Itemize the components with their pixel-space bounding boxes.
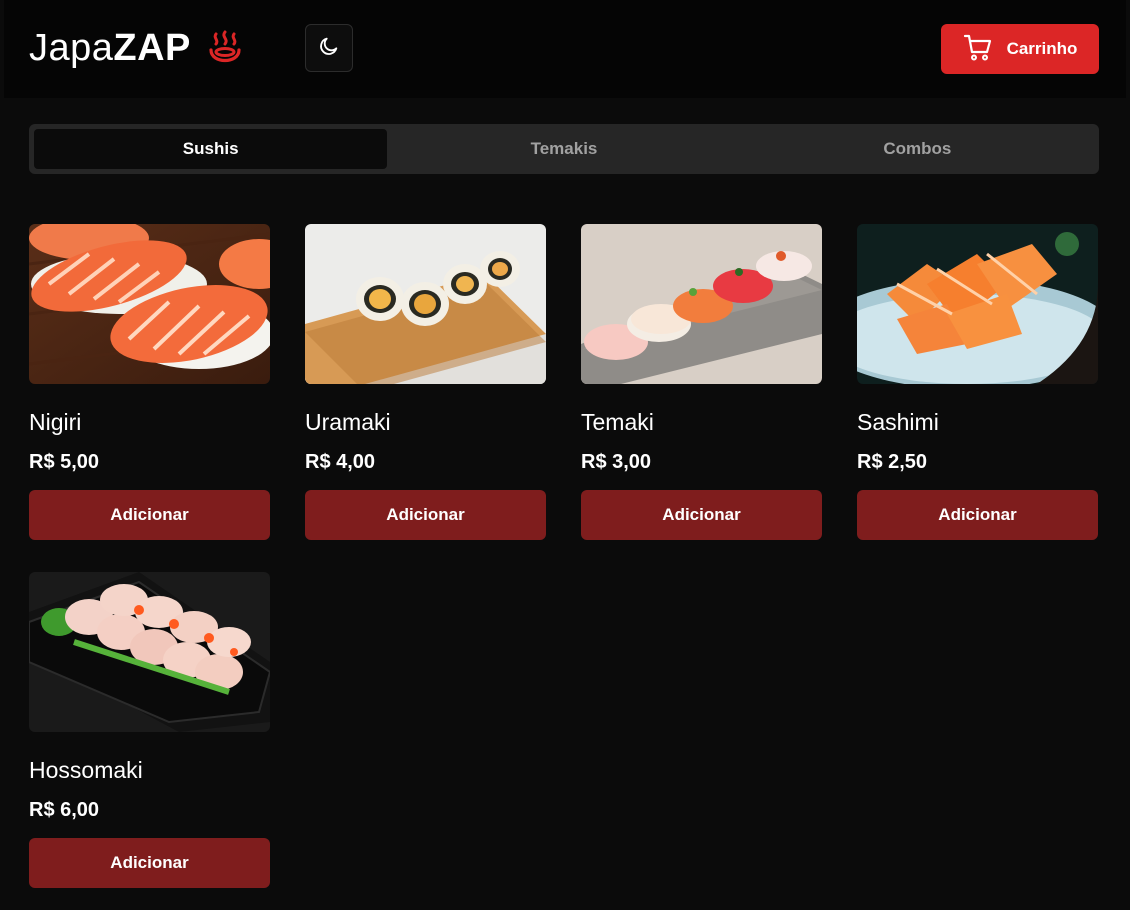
top-header: Japa ZAP Carrinho bbox=[4, 0, 1126, 98]
product-name: Uramaki bbox=[305, 409, 391, 435]
product-card-temaki: Temaki R$ 3,00 Adicionar bbox=[581, 224, 822, 540]
product-price: R$ 5,00 bbox=[29, 451, 100, 473]
shopping-cart-icon bbox=[963, 32, 993, 67]
cart-label: Carrinho bbox=[1006, 39, 1078, 58]
product-card-sashimi: Sashimi R$ 2,50 Adicionar bbox=[857, 224, 1098, 540]
product-name: Hossomaki bbox=[29, 757, 143, 783]
product-image-sashimi bbox=[857, 224, 1098, 384]
product-image-uramaki bbox=[305, 224, 546, 384]
add-button-temaki[interactable]: Adicionar bbox=[581, 490, 822, 540]
cart-button[interactable]: Carrinho bbox=[941, 24, 1099, 74]
brand-name-bold: ZAP bbox=[113, 26, 191, 69]
theme-toggle-button[interactable] bbox=[305, 24, 353, 72]
hot-springs-icon bbox=[207, 30, 243, 66]
product-price: R$ 4,00 bbox=[305, 451, 376, 473]
product-name: Nigiri bbox=[29, 409, 82, 435]
product-image-nigiri bbox=[29, 224, 270, 384]
brand-name-light: Japa bbox=[29, 26, 114, 69]
product-card-nigiri: Nigiri R$ 5,00 Adicionar bbox=[29, 224, 270, 540]
brand-logo[interactable]: Japa ZAP bbox=[29, 24, 243, 72]
tab-combos[interactable]: Combos bbox=[741, 129, 1094, 169]
product-card-uramaki: Uramaki R$ 4,00 Adicionar bbox=[305, 224, 546, 540]
product-price: R$ 3,00 bbox=[581, 451, 652, 473]
add-button-sashimi[interactable]: Adicionar bbox=[857, 490, 1098, 540]
add-button-uramaki[interactable]: Adicionar bbox=[305, 490, 546, 540]
add-button-nigiri[interactable]: Adicionar bbox=[29, 490, 270, 540]
product-price: R$ 2,50 bbox=[857, 451, 928, 473]
product-image-temaki bbox=[581, 224, 822, 384]
product-image-hossomaki bbox=[29, 572, 270, 732]
product-price: R$ 6,00 bbox=[29, 799, 100, 821]
tab-sushis[interactable]: Sushis bbox=[34, 129, 388, 169]
product-name: Sashimi bbox=[857, 409, 939, 435]
category-tabs: Sushis Temakis Combos bbox=[29, 124, 1099, 174]
moon-icon bbox=[318, 35, 340, 62]
add-button-hossomaki[interactable]: Adicionar bbox=[29, 838, 270, 888]
product-name: Temaki bbox=[581, 409, 654, 435]
product-card-hossomaki: Hossomaki R$ 6,00 Adicionar bbox=[29, 572, 270, 888]
tab-temakis[interactable]: Temakis bbox=[387, 129, 740, 169]
